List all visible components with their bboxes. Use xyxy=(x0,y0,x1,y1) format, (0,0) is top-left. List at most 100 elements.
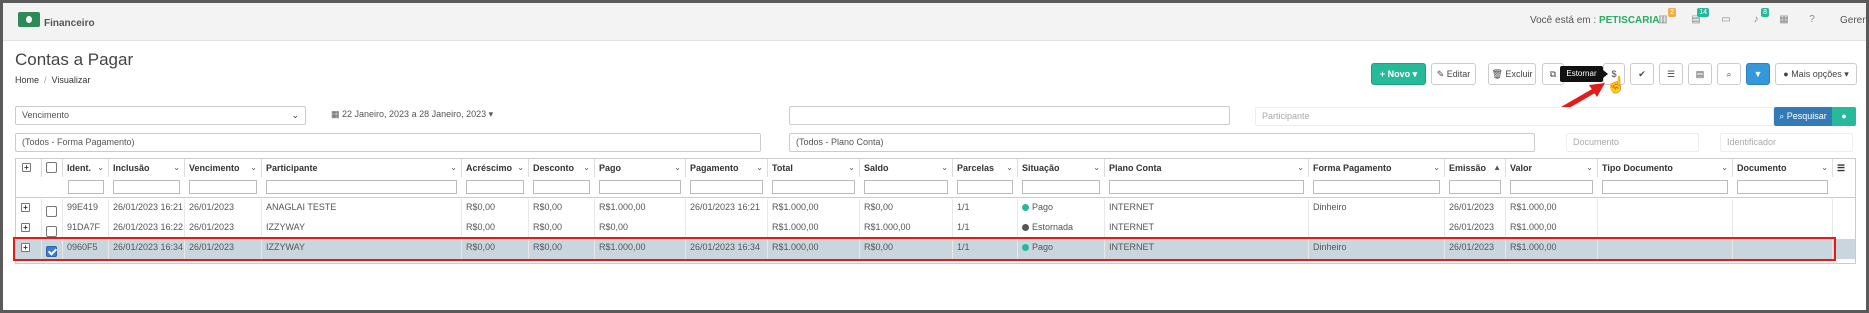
filter-pago[interactable] xyxy=(599,180,681,194)
cell-forma: Dinheiro xyxy=(1309,199,1445,219)
cell-acrescimo: R$0,00 xyxy=(462,219,529,239)
col-plano-conta[interactable]: Plano Conta ⌄ xyxy=(1105,159,1309,177)
filter-emissao[interactable] xyxy=(1449,180,1501,194)
cell-pagamento xyxy=(686,219,768,239)
cell-plano: INTERNET xyxy=(1105,219,1309,239)
chart-icon[interactable]: ▥ 2 xyxy=(1656,8,1676,26)
col-pagamento[interactable]: Pagamento ⌄ xyxy=(686,159,768,177)
breadcrumb-home[interactable]: Home xyxy=(15,75,39,85)
cell-plano: INTERNET xyxy=(1105,199,1309,219)
user-menu[interactable]: Gerente xyxy=(1840,15,1869,26)
filter-documento[interactable] xyxy=(1737,180,1828,194)
expand-row-icon[interactable]: + xyxy=(21,203,30,212)
forma-pagamento-select[interactable]: (Todos - Forma Pagamento) xyxy=(15,133,761,152)
filter-tipo-documento[interactable] xyxy=(1602,180,1728,194)
filter-vencimento[interactable] xyxy=(189,180,257,194)
col-forma-pagamento[interactable]: Forma Pagamento ⌄ xyxy=(1309,159,1445,177)
cell-parcelas: 1/1 xyxy=(953,199,1018,219)
col-pago[interactable]: Pago ⌄ xyxy=(595,159,686,177)
col-participante[interactable]: Participante ⌄ xyxy=(262,159,462,177)
identificador-input[interactable]: Identificador xyxy=(1720,133,1853,152)
cell-valor: R$1.000,00 xyxy=(1506,199,1598,219)
date-field-select[interactable]: Vencimento ⌄ xyxy=(15,106,306,125)
col-parcelas[interactable]: Parcelas ⌄ xyxy=(953,159,1018,177)
filter-total[interactable] xyxy=(772,180,855,194)
check-button[interactable]: ✔ xyxy=(1630,63,1654,85)
date-range-picker[interactable]: ▦ 22 Janeiro, 2023 a 28 Janeiro, 2023 ▾ xyxy=(325,106,505,125)
refresh-button[interactable]: ● xyxy=(1832,107,1856,126)
col-acrescimo[interactable]: Acréscimo ⌄ xyxy=(462,159,529,177)
filter-situacao[interactable] xyxy=(1022,180,1100,194)
table-row[interactable]: + 99E419 26/01/2023 16:21 26/01/2023 ANA… xyxy=(16,199,1855,219)
row-checkbox[interactable] xyxy=(46,226,57,237)
columns-button[interactable]: ▤ xyxy=(1688,63,1712,85)
cell-forma xyxy=(1309,219,1445,239)
col-situacao[interactable]: Situação ⌄ xyxy=(1018,159,1105,177)
search-button[interactable]: ⌕ xyxy=(1717,63,1741,85)
pesquisar-button[interactable]: ⌕ Pesquisar xyxy=(1774,107,1832,126)
calendar-icon[interactable]: ▦ xyxy=(1777,14,1791,26)
status-dot-icon xyxy=(1022,204,1029,211)
badge-count: 8 xyxy=(1761,8,1769,17)
card-icon[interactable]: ▭ xyxy=(1719,14,1733,26)
cell-pagamento: 26/01/2023 16:21 xyxy=(686,199,768,219)
env-value[interactable]: PETISCARIA xyxy=(1599,15,1660,26)
col-ident[interactable]: Ident. ⌄ xyxy=(63,159,109,177)
help-icon[interactable]: ? xyxy=(1805,14,1819,26)
col-inclusao[interactable]: Inclusão ⌄ xyxy=(109,159,185,177)
col-saldo[interactable]: Saldo ⌄ xyxy=(860,159,953,177)
cell-ident: 99E419 xyxy=(63,199,109,219)
novo-button[interactable]: + Novo ▾ xyxy=(1371,63,1426,85)
filter-inclusao[interactable] xyxy=(113,180,180,194)
list-button[interactable]: ☰ xyxy=(1659,63,1683,85)
col-total[interactable]: Total ⌄ xyxy=(768,159,860,177)
col-emissao[interactable]: Emissão ▲ xyxy=(1445,159,1506,177)
plano-conta-select[interactable]: (Todos - Plano Conta) xyxy=(789,133,1535,152)
cell-total: R$1.000,00 xyxy=(768,219,860,239)
excluir-button[interactable]: 🗑 Excluir xyxy=(1488,63,1536,85)
col-tipo-documento[interactable]: Tipo Documento ⌄ xyxy=(1598,159,1733,177)
app-window: Financeiro Você está em : PETISCARIA ▥ 2 … xyxy=(0,0,1869,313)
table-row[interactable]: + 91DA7F 26/01/2023 16:22 26/01/2023 IZZ… xyxy=(16,219,1855,239)
filter-ident[interactable] xyxy=(68,180,104,194)
col-documento[interactable]: Documento ⌄ xyxy=(1733,159,1833,177)
cell-valor: R$1.000,00 xyxy=(1506,219,1598,239)
breadcrumb: Home / Visualizar xyxy=(15,75,91,85)
column-menu-icon[interactable]: ☰ xyxy=(1833,159,1855,177)
cell-acrescimo: R$0,00 xyxy=(462,199,529,219)
cell-saldo: R$1.000,00 xyxy=(860,219,953,239)
filter-valor[interactable] xyxy=(1510,180,1593,194)
col-valor[interactable]: Valor ⌄ xyxy=(1506,159,1598,177)
editar-button[interactable]: ✎ Editar xyxy=(1431,63,1476,85)
col-desconto[interactable]: Desconto ⌄ xyxy=(529,159,595,177)
env-label: Você está em : xyxy=(1530,15,1597,26)
filter-acrescimo[interactable] xyxy=(466,180,524,194)
filter-saldo[interactable] xyxy=(864,180,948,194)
filter-plano-conta[interactable] xyxy=(1109,180,1304,194)
app-name: Financeiro xyxy=(44,18,95,29)
search-text-input[interactable] xyxy=(789,106,1230,125)
tasks-icon[interactable]: ▤ 14 xyxy=(1689,8,1709,26)
top-bar: Financeiro Você está em : PETISCARIA ▥ 2 … xyxy=(3,3,1869,41)
cell-situacao: Estornada xyxy=(1018,219,1105,239)
filter-forma-pagamento[interactable] xyxy=(1313,180,1440,194)
filter-button[interactable]: ▼ xyxy=(1746,63,1770,85)
filter-desconto[interactable] xyxy=(533,180,590,194)
participante-input[interactable]: Participante xyxy=(1255,107,1774,126)
documento-input[interactable]: Documento xyxy=(1566,133,1699,152)
expand-row-icon[interactable]: + xyxy=(21,223,30,232)
cell-parcelas: 1/1 xyxy=(953,219,1018,239)
row-checkbox[interactable] xyxy=(46,206,57,217)
selected-row-highlight xyxy=(13,237,1836,261)
filter-pagamento[interactable] xyxy=(690,180,763,194)
col-vencimento[interactable]: Vencimento ⌄ xyxy=(185,159,262,177)
mais-opcoes-button[interactable]: ● Mais opções ▾ xyxy=(1775,63,1857,85)
filter-parcelas[interactable] xyxy=(957,180,1013,194)
cell-inclusao: 26/01/2023 16:22 xyxy=(109,219,185,239)
filter-participante[interactable] xyxy=(266,180,457,194)
cell-participante: IZZYWAY xyxy=(262,219,462,239)
expand-all-header[interactable]: + xyxy=(16,159,42,177)
select-all-header[interactable] xyxy=(42,159,63,177)
status-dot-icon xyxy=(1022,224,1029,231)
bell-icon[interactable]: ♪ 8 xyxy=(1749,8,1769,26)
